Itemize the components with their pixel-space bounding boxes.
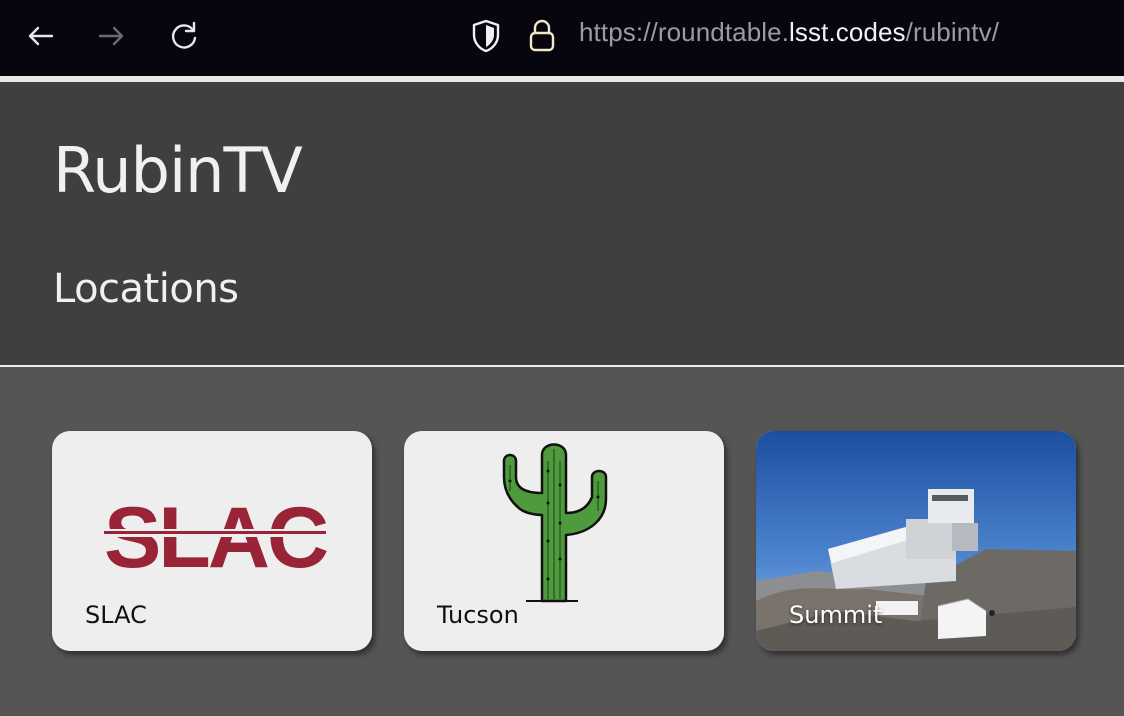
location-card-summit[interactable]: Summit	[756, 431, 1076, 651]
address-bar-url[interactable]: https://roundtable.lsst.codes/rubintv/	[579, 17, 999, 48]
location-card-label: Tucson	[437, 601, 519, 629]
slac-logo: SLAC SLAC	[104, 497, 330, 577]
site-title[interactable]: RubinTV	[53, 134, 303, 207]
section-title: Locations	[53, 266, 239, 312]
saguaro-cactus-icon	[502, 443, 608, 603]
location-card-label: Summit	[789, 601, 883, 629]
location-card-label: SLAC	[85, 601, 147, 629]
location-card-tucson[interactable]: Tucson	[404, 431, 724, 651]
header-divider	[0, 365, 1124, 367]
url-path: /rubintv/	[905, 17, 1000, 47]
url-host: lsst.codes	[789, 17, 906, 47]
reload-icon[interactable]	[166, 18, 202, 54]
location-card-slac[interactable]: SLAC SLAC SLAC	[52, 431, 372, 651]
forward-arrow-icon[interactable]	[94, 18, 130, 54]
browser-toolbar: https://roundtable.lsst.codes/rubintv/	[0, 0, 1124, 76]
page-header	[0, 82, 1124, 365]
tracking-protection-shield-icon[interactable]	[470, 18, 502, 58]
url-prefix: https://roundtable.	[579, 17, 790, 47]
back-arrow-icon[interactable]	[22, 18, 58, 54]
lock-icon[interactable]	[527, 18, 557, 58]
